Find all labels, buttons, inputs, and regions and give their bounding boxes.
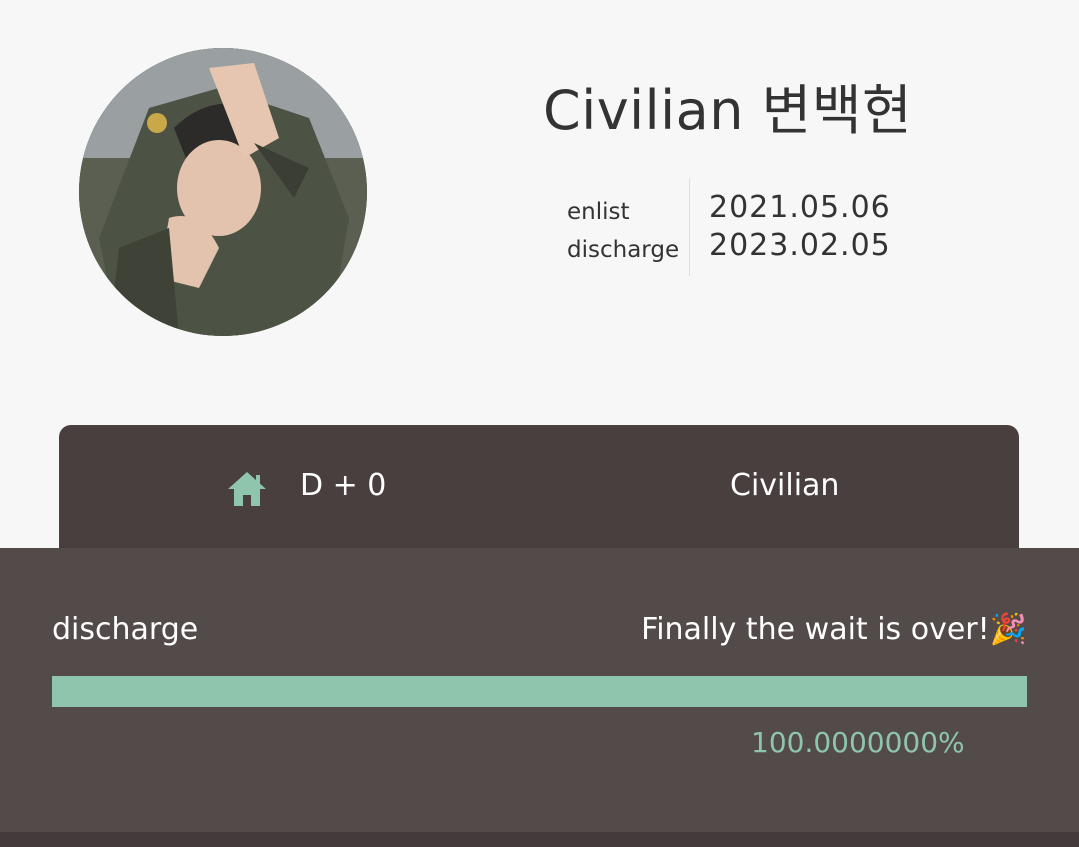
discharge-date-label: discharge xyxy=(567,237,680,263)
progress-label: discharge xyxy=(52,612,199,647)
status-label: Civilian xyxy=(730,468,840,503)
progress-bar-fill xyxy=(52,676,1027,707)
home-icon[interactable] xyxy=(226,470,268,508)
enlist-date: 2021.05.06 xyxy=(709,190,891,225)
enlist-label: enlist xyxy=(567,199,630,225)
discharge-date: 2023.02.05 xyxy=(709,228,891,263)
progress-message: Finally the wait is over!🎉 xyxy=(641,612,1027,647)
bottom-bar xyxy=(0,832,1079,847)
service-date-labels: enlist discharge xyxy=(567,193,679,269)
profile-name: Civilian 변백현 xyxy=(543,79,913,142)
dday-counter: D + 0 xyxy=(300,468,387,503)
progress-bar xyxy=(52,676,1027,707)
dates-divider xyxy=(689,178,690,276)
progress-percent: 100.0000000% xyxy=(751,726,965,759)
profile-avatar xyxy=(79,48,367,336)
service-date-values: 2021.05.06 2023.02.05 xyxy=(709,189,891,265)
dday-card xyxy=(59,425,1019,555)
